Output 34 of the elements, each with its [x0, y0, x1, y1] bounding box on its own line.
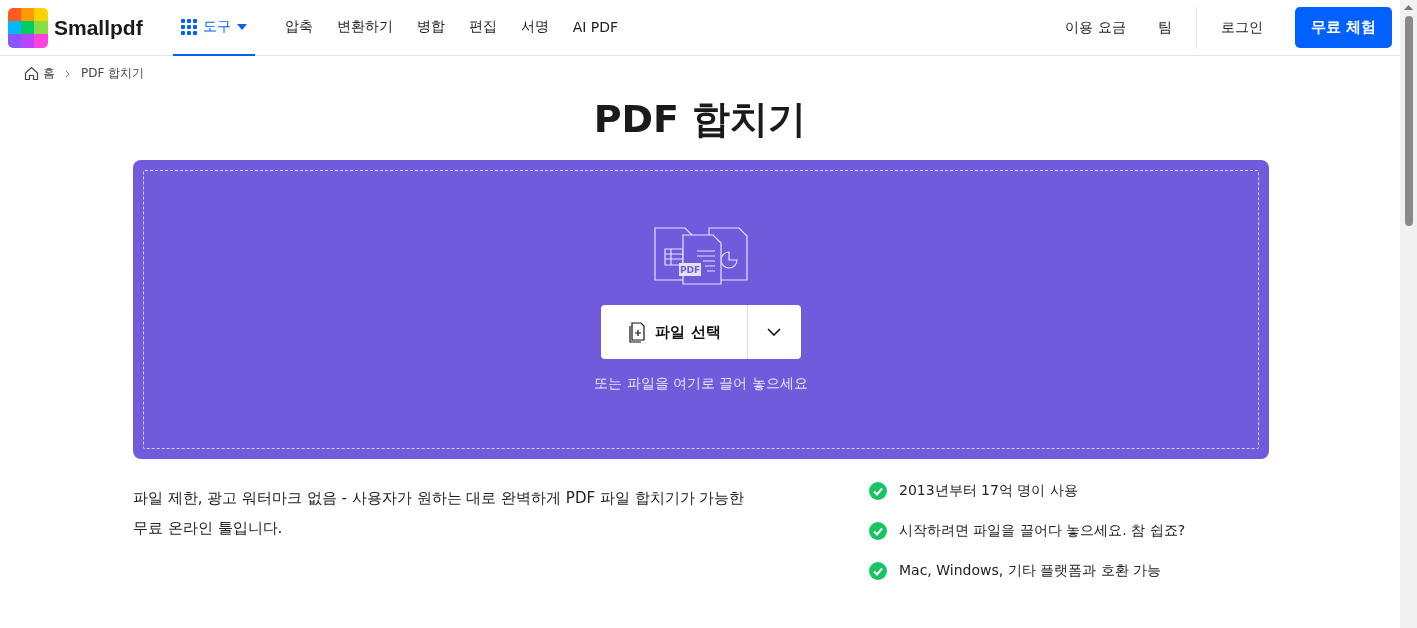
scroll-up-icon[interactable] — [1404, 4, 1413, 10]
drop-zone[interactable]: PDF 파일 선택 또는 파일을 여기로 끌어 놓으세요 — [133, 160, 1269, 459]
scrollbar-thumb[interactable] — [1404, 16, 1413, 226]
description-text: 파일 제한, 광고 워터마크 없음 - 사용자가 원하는 대로 완벽하게 PDF 파일 합치기가 가능한 무료 온라인 툴입니다. — [133, 488, 746, 539]
pdf-label: PDF — [679, 265, 701, 275]
check-icon — [869, 482, 887, 500]
nav-tab[interactable]: 병합 — [404, 0, 457, 56]
feature-text: 시작하려면 파일을 끌어다 놓으세요. 참 쉽죠? — [899, 522, 1186, 540]
grid-icon — [180, 18, 197, 35]
breadcrumb-item: PDF 합치기 — [81, 65, 145, 82]
drop-hint: 또는 파일을 여기로 끌어 놓으세요 — [594, 375, 808, 393]
nav-tab[interactable]: 압축 — [272, 0, 325, 56]
login-link[interactable]: 로그인 — [1204, 18, 1279, 37]
home-icon — [24, 66, 39, 81]
add-file-icon — [629, 321, 648, 343]
tools-menu-tab[interactable]: 도구 — [172, 0, 255, 56]
breadcrumb-item[interactable]: 홈 — [43, 65, 55, 82]
logo-text[interactable]: Smallpdf — [54, 15, 143, 40]
chevron-icon — [65, 69, 71, 78]
nav-tab[interactable]: 편집 — [456, 0, 509, 56]
chevron-down-icon — [767, 328, 782, 336]
nav-link[interactable]: 이용 요금 — [1049, 18, 1142, 37]
nav-tab[interactable]: 변환하기 — [324, 0, 405, 56]
check-icon — [869, 562, 887, 580]
feature-text: 2013년부터 17억 명이 사용 — [899, 482, 1078, 500]
page-title: PDF 합치기 — [592, 96, 808, 142]
feature-text: Mac, Windows, 기타 플랫폼과 호환 가능 — [899, 562, 1161, 580]
free-trial-button[interactable]: 무료 체험 — [1294, 7, 1392, 48]
nav-link[interactable]: 팀 — [1141, 18, 1188, 37]
caret-icon — [236, 23, 247, 30]
check-icon — [869, 522, 887, 540]
nav-tab[interactable]: 서명 — [508, 0, 561, 56]
nav-tab[interactable]: AI PDF — [560, 0, 631, 56]
logo-icon — [8, 7, 48, 48]
